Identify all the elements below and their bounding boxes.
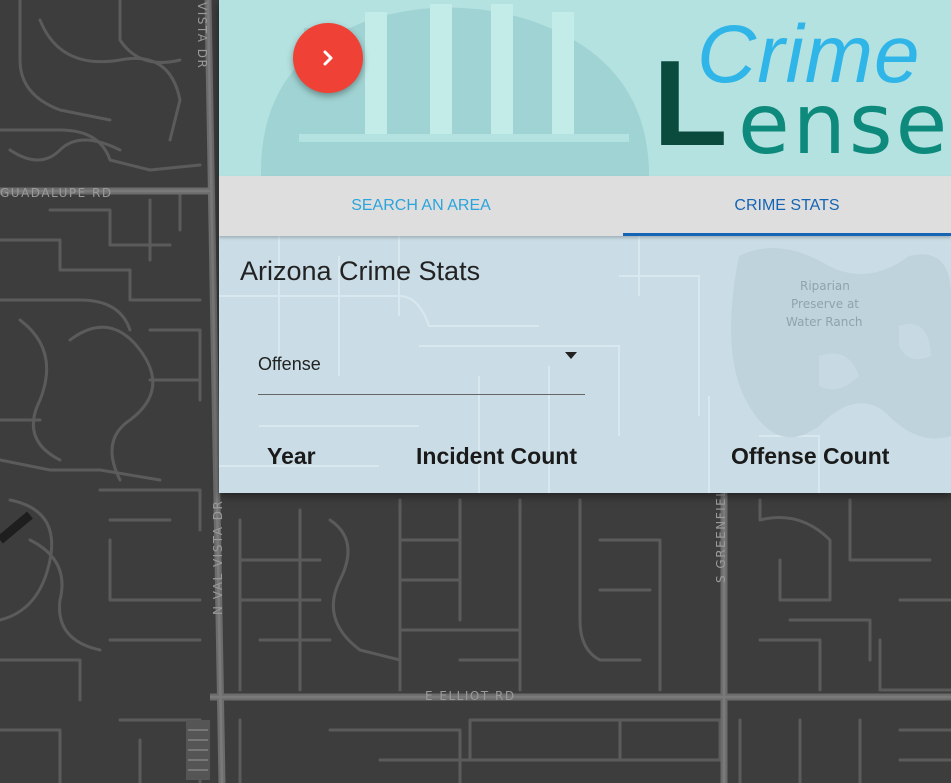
crime-stats-pane: Riparian Preserve at Water Ranch Arizona… (219, 236, 951, 493)
logo-ense-text: ense (738, 75, 951, 173)
toggle-panel-button[interactable] (293, 23, 363, 93)
active-tab-indicator (623, 233, 951, 236)
offense-select-value: Offense (258, 354, 321, 374)
tab-crime-stats[interactable]: CRIME STATS (623, 176, 951, 236)
road-label-guadalupe: GUADALUPE RD (0, 186, 113, 200)
road-label-elliot: E ELLIOT RD (425, 689, 516, 703)
park-label-line3: Water Ranch (786, 315, 863, 329)
tab-bar: SEARCH AN AREA CRIME STATS (219, 176, 951, 236)
park-label-line2: Preserve at (791, 297, 859, 311)
column-header-incident-count: Incident Count (416, 443, 577, 469)
page-title: Arizona Crime Stats (240, 256, 481, 286)
side-panel: L Crime ense SEARCH AN AREA CRIME STATS … (219, 0, 951, 493)
road-label-val-vista: N VAL VISTA DR (211, 500, 225, 615)
column-header-offense-count: Offense Count (731, 443, 890, 469)
offense-select[interactable]: Offense (258, 340, 585, 395)
caret-down-icon (565, 352, 577, 359)
chevron-right-icon (323, 50, 333, 66)
panel-header: L Crime ense (219, 0, 951, 176)
road-label-vista-dr: VISTA DR (195, 2, 209, 69)
park-label-line1: Riparian (800, 279, 850, 293)
column-header-year: Year (267, 443, 316, 469)
tab-search-an-area[interactable]: SEARCH AN AREA (219, 176, 623, 236)
